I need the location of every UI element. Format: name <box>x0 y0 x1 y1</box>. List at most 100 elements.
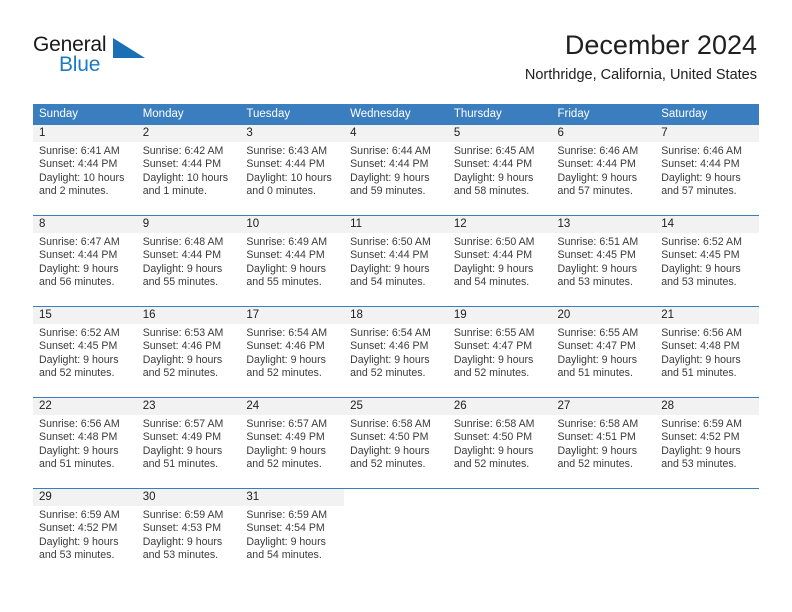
calendar-day-cell[interactable]: 22 Sunrise: 6:56 AM Sunset: 4:48 PM Dayligh… <box>33 397 137 489</box>
calendar-day-cell[interactable]: 12 Sunrise: 6:50 AM Sunset: 4:44 PM Dayligh… <box>447 215 552 307</box>
daylight-text-line2: and 51 minutes. <box>557 367 633 380</box>
general-blue-logo[interactable]: General Blue <box>33 34 153 82</box>
sunrise-text: Sunrise: 6:48 AM <box>142 236 224 248</box>
calendar-day-cell[interactable]: 7 Sunrise: 6:46 AM Sunset: 4:44 PM Daylight… <box>655 125 759 216</box>
calendar-day-cell[interactable]: 5 Sunrise: 6:45 AM Sunset: 4:44 PM Daylight… <box>447 125 552 216</box>
daylight-text-line2: and 2 minutes. <box>39 185 109 198</box>
daylight-text-line2: and 53 minutes. <box>39 549 115 562</box>
day-number: 20 <box>551 307 656 324</box>
daylight-text-line2: and 54 minutes. <box>453 276 530 289</box>
day-number: 28 <box>655 398 759 415</box>
page-header: General Blue December 2024 Northridge, C… <box>0 0 792 100</box>
daylight-text-line1: Daylight: 9 hours <box>350 353 430 366</box>
day-details: Sunrise: 6:56 AM Sunset: 4:48 PM Daylight:… <box>655 324 759 381</box>
daylight-text-line2: and 57 minutes. <box>557 185 633 198</box>
sunrise-text: Sunrise: 6:41 AM <box>39 145 120 157</box>
day-number: 8 <box>33 216 137 233</box>
daylight-text-line1: Daylight: 9 hours <box>661 262 741 275</box>
daylight-text-line1: Daylight: 9 hours <box>661 353 741 366</box>
day-number <box>552 489 656 506</box>
calendar-day-cell[interactable]: 26 Sunrise: 6:58 AM Sunset: 4:50 PM Dayligh… <box>447 397 552 489</box>
weekday-header-sunday: Sunday <box>33 104 137 125</box>
calendar-day-cell[interactable]: 13 Sunrise: 6:51 AM Sunset: 4:45 PM Dayligh… <box>551 215 656 307</box>
calendar-day-cell[interactable]: 3 Sunrise: 6:43 AM Sunset: 4:44 PM Daylight… <box>240 125 345 216</box>
day-cell-inner <box>448 489 552 579</box>
calendar-day-cell[interactable]: 14 Sunrise: 6:52 AM Sunset: 4:45 PM Dayligh… <box>655 215 759 307</box>
day-details: Sunrise: 6:55 AM Sunset: 4:47 PM Daylight:… <box>448 324 552 381</box>
sunset-text: Sunset: 4:44 PM <box>39 158 118 171</box>
day-cell-inner: 5 Sunrise: 6:45 AM Sunset: 4:44 PM Daylight… <box>447 125 552 215</box>
daylight-text-line2: and 52 minutes. <box>453 458 530 471</box>
sunrise-text: Sunrise: 6:59 AM <box>39 509 120 521</box>
day-cell-inner: 7 Sunrise: 6:46 AM Sunset: 4:44 PM Daylight… <box>655 125 759 215</box>
calendar-day-cell[interactable]: 25 Sunrise: 6:58 AM Sunset: 4:50 PM Dayligh… <box>344 397 448 489</box>
day-number: 2 <box>136 125 241 142</box>
calendar-day-cell[interactable]: 16 Sunrise: 6:53 AM Sunset: 4:46 PM Dayligh… <box>136 306 241 398</box>
daylight-text-line1: Daylight: 10 hours <box>246 171 332 184</box>
calendar-day-cell[interactable]: 8 Sunrise: 6:47 AM Sunset: 4:44 PM Daylight… <box>33 215 137 307</box>
day-cell-inner: 27 Sunrise: 6:58 AM Sunset: 4:51 PM Dayligh… <box>551 398 656 488</box>
daylight-text-line2: and 52 minutes. <box>557 458 633 471</box>
day-details: Sunrise: 6:51 AM Sunset: 4:45 PM Daylight:… <box>552 233 656 290</box>
logo-text-general: General <box>33 33 107 56</box>
calendar-day-cell[interactable]: 18 Sunrise: 6:54 AM Sunset: 4:46 PM Dayligh… <box>344 306 448 398</box>
calendar-day-cell[interactable]: 11 Sunrise: 6:50 AM Sunset: 4:44 PM Dayligh… <box>344 215 448 307</box>
day-cell-inner: 19 Sunrise: 6:55 AM Sunset: 4:47 PM Dayligh… <box>447 307 552 397</box>
daylight-text-line2: and 59 minutes. <box>350 185 426 198</box>
calendar-day-cell[interactable]: 1 Sunrise: 6:41 AM Sunset: 4:44 PM Daylight… <box>33 125 137 216</box>
day-cell-inner: 26 Sunrise: 6:58 AM Sunset: 4:50 PM Dayligh… <box>447 398 552 488</box>
daylight-text-line1: Daylight: 9 hours <box>661 171 741 184</box>
daylight-text-line1: Daylight: 9 hours <box>142 535 223 548</box>
calendar-day-cell[interactable]: 9 Sunrise: 6:48 AM Sunset: 4:44 PM Daylight… <box>136 215 241 307</box>
day-details: Sunrise: 6:44 AM Sunset: 4:44 PM Daylight:… <box>344 142 448 199</box>
sunrise-text: Sunrise: 6:46 AM <box>557 145 639 157</box>
calendar-day-cell[interactable]: 6 Sunrise: 6:46 AM Sunset: 4:44 PM Daylight… <box>551 125 656 216</box>
daylight-text-line1: Daylight: 9 hours <box>39 444 119 457</box>
day-cell-inner: 12 Sunrise: 6:50 AM Sunset: 4:44 PM Dayligh… <box>447 216 552 306</box>
day-cell-inner: 24 Sunrise: 6:57 AM Sunset: 4:49 PM Dayligh… <box>240 398 345 488</box>
sunset-text: Sunset: 4:53 PM <box>142 522 222 535</box>
sunrise-text: Sunrise: 6:58 AM <box>453 418 535 430</box>
day-number: 16 <box>136 307 241 324</box>
day-cell-inner: 18 Sunrise: 6:54 AM Sunset: 4:46 PM Dayligh… <box>344 307 448 397</box>
day-details: Sunrise: 6:59 AM Sunset: 4:54 PM Daylight:… <box>240 506 344 563</box>
day-number: 24 <box>240 398 345 415</box>
sunset-text: Sunset: 4:44 PM <box>246 158 325 171</box>
calendar-day-cell[interactable]: 15 Sunrise: 6:52 AM Sunset: 4:45 PM Dayligh… <box>33 306 137 398</box>
calendar-day-cell[interactable]: 4 Sunrise: 6:44 AM Sunset: 4:44 PM Daylight… <box>344 125 448 216</box>
sunset-text: Sunset: 4:49 PM <box>246 431 325 444</box>
sunset-text: Sunset: 4:50 PM <box>350 431 429 444</box>
calendar-day-cell[interactable]: 31 Sunrise: 6:59 AM Sunset: 4:54 PM Dayligh… <box>240 488 345 579</box>
sunset-text: Sunset: 4:44 PM <box>246 249 325 262</box>
sunset-text: Sunset: 4:46 PM <box>350 340 429 353</box>
calendar-day-cell[interactable]: 30 Sunrise: 6:59 AM Sunset: 4:53 PM Dayligh… <box>136 488 241 579</box>
day-number: 9 <box>136 216 241 233</box>
sunrise-text: Sunrise: 6:53 AM <box>142 327 224 339</box>
daylight-text-line1: Daylight: 9 hours <box>453 171 534 184</box>
day-details: Sunrise: 6:54 AM Sunset: 4:46 PM Daylight:… <box>240 324 344 381</box>
weekday-header-wednesday: Wednesday <box>344 104 448 125</box>
day-cell-inner: 28 Sunrise: 6:59 AM Sunset: 4:52 PM Dayligh… <box>655 398 759 488</box>
calendar-day-cell[interactable]: 17 Sunrise: 6:54 AM Sunset: 4:46 PM Dayligh… <box>240 306 345 398</box>
calendar-day-cell[interactable]: 19 Sunrise: 6:55 AM Sunset: 4:47 PM Dayligh… <box>447 306 552 398</box>
calendar-page: General Blue December 2024 Northridge, C… <box>0 0 792 612</box>
daylight-text-line2: and 1 minute. <box>142 185 207 198</box>
calendar-day-cell[interactable]: 10 Sunrise: 6:49 AM Sunset: 4:44 PM Dayligh… <box>240 215 345 307</box>
calendar-day-cell[interactable]: 21 Sunrise: 6:56 AM Sunset: 4:48 PM Dayligh… <box>655 306 759 398</box>
calendar-day-cell[interactable]: 27 Sunrise: 6:58 AM Sunset: 4:51 PM Dayligh… <box>551 397 656 489</box>
day-cell-inner: 9 Sunrise: 6:48 AM Sunset: 4:44 PM Daylight… <box>136 216 241 306</box>
daylight-text-line1: Daylight: 9 hours <box>557 262 638 275</box>
daylight-text-line2: and 57 minutes. <box>661 185 737 198</box>
calendar-day-cell[interactable]: 28 Sunrise: 6:59 AM Sunset: 4:52 PM Dayligh… <box>655 397 759 489</box>
day-details: Sunrise: 6:46 AM Sunset: 4:44 PM Daylight:… <box>552 142 656 199</box>
calendar-day-cell[interactable]: 29 Sunrise: 6:59 AM Sunset: 4:52 PM Dayligh… <box>33 488 137 579</box>
day-cell-inner: 16 Sunrise: 6:53 AM Sunset: 4:46 PM Dayligh… <box>136 307 241 397</box>
calendar-day-cell[interactable]: 24 Sunrise: 6:57 AM Sunset: 4:49 PM Dayligh… <box>240 397 345 489</box>
daylight-text-line2: and 56 minutes. <box>39 276 115 289</box>
day-details: Sunrise: 6:41 AM Sunset: 4:44 PM Daylight:… <box>33 142 137 199</box>
calendar-day-cell[interactable]: 20 Sunrise: 6:55 AM Sunset: 4:47 PM Dayligh… <box>551 306 656 398</box>
calendar-day-cell[interactable]: 23 Sunrise: 6:57 AM Sunset: 4:49 PM Dayligh… <box>136 397 241 489</box>
day-details: Sunrise: 6:53 AM Sunset: 4:46 PM Daylight:… <box>137 324 241 381</box>
day-number <box>344 489 448 506</box>
calendar-day-cell[interactable]: 2 Sunrise: 6:42 AM Sunset: 4:44 PM Daylight… <box>136 125 241 216</box>
